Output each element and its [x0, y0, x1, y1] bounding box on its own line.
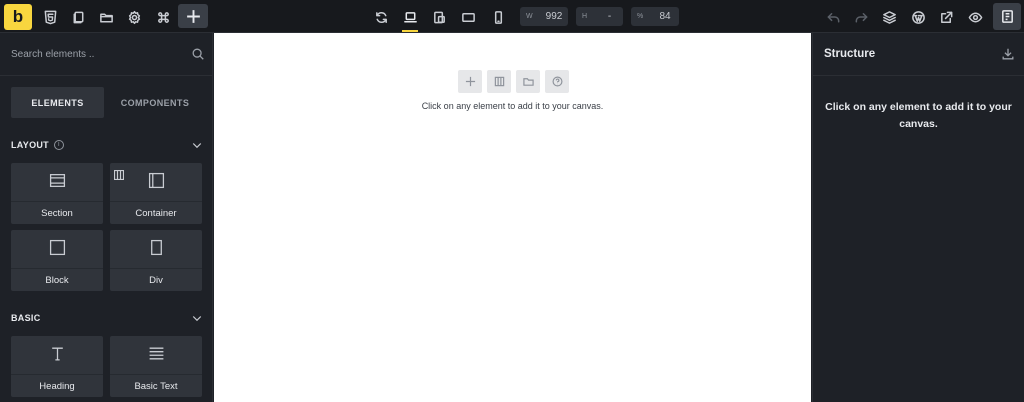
- element-card-div[interactable]: Div: [110, 230, 202, 291]
- folder-icon[interactable]: [94, 5, 118, 29]
- structure-panel: Structure Click on any element to add it…: [812, 33, 1024, 402]
- preview-eye-icon[interactable]: [963, 5, 987, 29]
- external-link-icon[interactable]: [934, 5, 958, 29]
- app-logo[interactable]: b: [4, 4, 32, 30]
- structure-panel-toggle[interactable]: [993, 3, 1021, 30]
- layout-group-header[interactable]: LAYOUT i: [11, 138, 203, 152]
- heading-icon: [11, 345, 103, 363]
- columns-icon: [494, 76, 504, 87]
- plus-icon: [186, 9, 200, 23]
- html5-icon[interactable]: [38, 5, 62, 29]
- help-icon: [552, 76, 562, 87]
- structure-header: Structure: [813, 33, 1024, 76]
- width-value: 992: [545, 11, 563, 22]
- element-label: Container: [110, 201, 202, 224]
- download-icon[interactable]: [1001, 47, 1015, 61]
- element-card-container[interactable]: Container: [110, 163, 202, 224]
- zoom-key: %: [637, 13, 644, 20]
- chevron-down-icon[interactable]: [191, 139, 203, 151]
- basic-group-title: BASIC: [11, 313, 41, 323]
- structure-empty-message: Click on any element to add it to your c…: [825, 101, 1012, 130]
- basic-group-header[interactable]: BASIC: [11, 311, 203, 325]
- element-card-heading[interactable]: Heading: [11, 336, 103, 397]
- element-label: Section: [11, 201, 103, 224]
- laptop-breakpoint-button[interactable]: [398, 5, 422, 32]
- element-label: Block: [11, 268, 103, 291]
- text-icon: [110, 345, 202, 363]
- block-icon: [11, 239, 103, 257]
- search-input[interactable]: [0, 33, 185, 76]
- redo-icon[interactable]: [849, 5, 873, 29]
- width-key: W: [526, 13, 533, 20]
- tab-components[interactable]: COMPONENTS: [109, 87, 201, 118]
- add-element-button[interactable]: [178, 4, 208, 28]
- div-icon: [110, 239, 202, 257]
- section-icon: [11, 172, 103, 190]
- tablet-icon[interactable]: [456, 5, 480, 29]
- top-toolbar: b W 992 H - % 84: [0, 0, 1024, 33]
- chevron-down-icon[interactable]: [191, 312, 203, 324]
- settings-icon[interactable]: [122, 5, 146, 29]
- height-key: H: [582, 13, 588, 20]
- pages-icon[interactable]: [66, 5, 90, 29]
- elements-panel: ELEMENTS COMPONENTS LAYOUT i Section Con…: [0, 33, 213, 402]
- element-card-basic-text[interactable]: Basic Text: [110, 336, 202, 397]
- structure-panel-icon: [1001, 10, 1013, 23]
- canvas-empty-message: Click on any element to add it to your c…: [421, 101, 604, 111]
- height-field[interactable]: H -: [576, 7, 623, 26]
- mobile-icon[interactable]: [486, 5, 510, 29]
- info-icon[interactable]: i: [53, 140, 64, 150]
- search-bar: [0, 33, 212, 76]
- refresh-icon[interactable]: [369, 5, 393, 29]
- element-card-section[interactable]: Section: [11, 163, 103, 224]
- builder-canvas[interactable]: Click on any element to add it to your c…: [214, 33, 811, 402]
- layout-group-title: LAYOUT: [11, 140, 49, 150]
- container-icon: [110, 172, 202, 190]
- canvas-templates-button[interactable]: [516, 70, 540, 93]
- command-icon[interactable]: [151, 5, 175, 29]
- element-label: Basic Text: [110, 374, 202, 397]
- element-label: Div: [110, 268, 202, 291]
- add-icon: [465, 76, 475, 87]
- zoom-field[interactable]: % 84: [631, 7, 679, 26]
- layers-icon[interactable]: [877, 5, 901, 29]
- element-label: Heading: [11, 374, 103, 397]
- laptop-icon: [403, 11, 417, 22]
- wordpress-icon[interactable]: [906, 5, 930, 29]
- zoom-value: 84: [659, 11, 671, 22]
- folder-icon: [522, 78, 534, 86]
- panel-tabs: ELEMENTS COMPONENTS: [11, 87, 201, 118]
- tab-elements[interactable]: ELEMENTS: [11, 87, 104, 118]
- tablet-landscape-icon[interactable]: [427, 5, 451, 29]
- structure-title: Structure: [824, 48, 876, 60]
- search-icon[interactable]: [191, 47, 205, 61]
- element-card-block[interactable]: Block: [11, 230, 103, 291]
- height-value: -: [607, 11, 612, 22]
- canvas-add-button[interactable]: [458, 70, 482, 93]
- width-field[interactable]: W 992: [520, 7, 568, 26]
- canvas-help-button[interactable]: [545, 70, 569, 93]
- builder-app: b W 992 H - % 84 Search elements .. ELEM…: [0, 0, 1024, 402]
- canvas-columns-button[interactable]: [487, 70, 511, 93]
- undo-icon[interactable]: [821, 5, 845, 29]
